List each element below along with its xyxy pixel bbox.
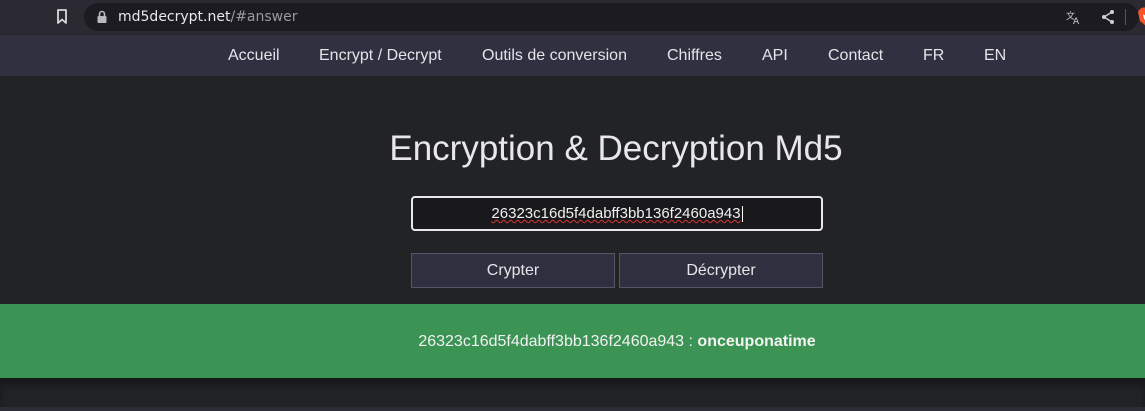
hash-input[interactable]: 26323c16d5f4dabff3bb136f2460a943 — [411, 196, 823, 231]
nav-item-encrypt-decrypt[interactable]: Encrypt / Decrypt — [319, 46, 442, 66]
decrypt-button[interactable]: Décrypter — [619, 253, 823, 288]
nav-item-api[interactable]: API — [762, 46, 788, 66]
footer-strip — [0, 378, 1145, 411]
translate-icon[interactable]: 文A — [1066, 9, 1082, 27]
hash-input-value: 26323c16d5f4dabff3bb136f2460a943 — [491, 205, 741, 222]
url-path: /#answer — [230, 9, 298, 25]
result-hash: 26323c16d5f4dabff3bb136f2460a943 — [418, 333, 685, 350]
share-icon[interactable] — [1100, 9, 1116, 25]
result-separator: : — [684, 333, 698, 350]
encrypt-button[interactable]: Crypter — [411, 253, 615, 288]
nav-item-chiffres[interactable]: Chiffres — [667, 46, 722, 66]
nav-item-en[interactable]: EN — [984, 46, 1006, 66]
footer-divider — [0, 407, 1145, 411]
nav-item-fr[interactable]: FR — [923, 46, 944, 66]
brave-icon[interactable] — [1137, 7, 1145, 27]
url-text: md5decrypt.net/#answer — [118, 8, 298, 26]
result-banner: 26323c16d5f4dabff3bb136f2460a943 : onceu… — [0, 304, 1145, 378]
nav-item-outils-de-conversion[interactable]: Outils de conversion — [482, 46, 627, 66]
bookmark-icon[interactable] — [54, 8, 70, 26]
nav-item-accueil[interactable]: Accueil — [228, 46, 280, 66]
site-navigation: Accueil Encrypt / Decrypt Outils de conv… — [0, 35, 1145, 76]
svg-text:A: A — [1073, 17, 1080, 25]
result-line: 26323c16d5f4dabff3bb136f2460a943 : onceu… — [0, 332, 1145, 352]
page-title: Encryption & Decryption Md5 — [389, 129, 843, 168]
result-answer: onceuponatime — [697, 333, 816, 350]
text-caret — [741, 206, 743, 223]
main-section: Encryption & Decryption Md5 26323c16d5f4… — [0, 76, 1145, 304]
address-bar[interactable]: md5decrypt.net/#answer 文A — [84, 3, 1145, 31]
divider-icon — [1124, 7, 1128, 27]
nav-item-contact[interactable]: Contact — [828, 46, 883, 66]
url-host: md5decrypt.net — [118, 9, 231, 25]
lock-icon[interactable] — [96, 10, 108, 24]
browser-toolbar: md5decrypt.net/#answer 文A — [0, 0, 1145, 35]
